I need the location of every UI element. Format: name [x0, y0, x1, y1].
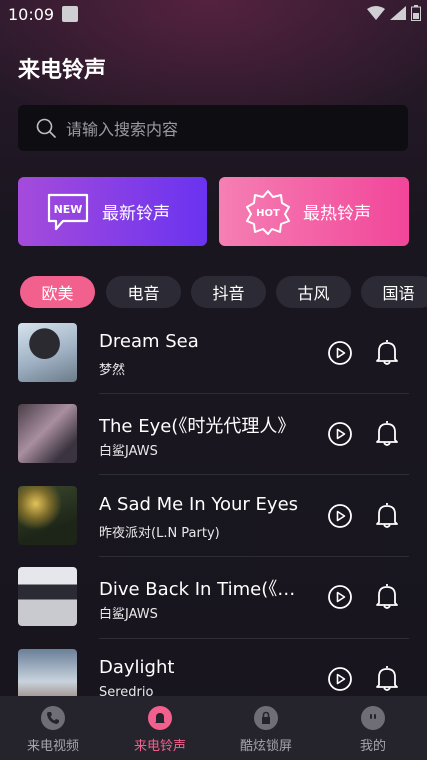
newest-ringtones-card[interactable]: NEW 最新铃声: [18, 177, 207, 246]
hot-badge-icon: HOT: [246, 189, 290, 235]
song-title: Dream Sea: [99, 331, 199, 352]
bell-icon[interactable]: [374, 338, 400, 366]
wifi-icon: [367, 6, 385, 20]
play-icon[interactable]: [328, 341, 352, 365]
status-time: 10:09: [8, 5, 55, 24]
search-icon: [36, 118, 56, 138]
newest-ringtones-label: 最新铃声: [102, 204, 170, 224]
lock-icon: [254, 706, 278, 730]
hottest-ringtones-card[interactable]: HOT 最热铃声: [219, 177, 409, 246]
bell-icon[interactable]: [374, 582, 400, 610]
song-cover: [18, 567, 77, 626]
divider: [99, 474, 409, 475]
nav-mine[interactable]: 我的: [320, 696, 426, 760]
bell-icon: [148, 706, 172, 730]
play-icon[interactable]: [328, 504, 352, 528]
nav-label: 酷炫锁屏: [239, 739, 292, 754]
tab-douyin[interactable]: 抖音: [191, 276, 266, 308]
divider: [99, 638, 409, 639]
nav-lockscreen[interactable]: 酷炫锁屏: [213, 696, 319, 760]
play-icon[interactable]: [328, 585, 352, 609]
song-title: The Eye(《时光代理人》: [99, 416, 296, 437]
song-cover: [18, 323, 77, 382]
search-input[interactable]: 请输入搜索内容: [18, 105, 408, 151]
bell-icon[interactable]: [374, 419, 400, 447]
song-cover: [18, 404, 77, 463]
tab-dianyin[interactable]: 电音: [106, 276, 181, 308]
song-row[interactable]: The Eye(《时光代理人》 白鲨JAWS: [0, 399, 427, 480]
svg-text:NEW: NEW: [54, 203, 83, 216]
song-artist: Seredrio: [99, 685, 154, 696]
nav-label: 我的: [359, 739, 386, 754]
status-icons: [367, 5, 421, 21]
tab-gufeng[interactable]: 古风: [276, 276, 351, 308]
notification-icon: [62, 6, 78, 22]
status-bar: 10:09: [0, 0, 427, 30]
category-tabs: 欧美 电音 抖音 古风 国语: [20, 276, 427, 308]
search-placeholder: 请输入搜索内容: [66, 120, 179, 139]
play-icon[interactable]: [328, 422, 352, 446]
nav-label: 来电铃声: [133, 739, 186, 754]
song-cover: [18, 486, 77, 545]
song-cover: [18, 649, 77, 696]
svg-text:HOT: HOT: [256, 208, 280, 219]
song-row[interactable]: Dream Sea 梦然: [0, 318, 427, 399]
bell-icon[interactable]: [374, 501, 400, 529]
divider: [99, 393, 409, 394]
profile-icon: [361, 706, 385, 730]
song-artist: 梦然: [99, 363, 126, 378]
bell-icon[interactable]: [374, 664, 400, 692]
hottest-ringtones-label: 最热铃声: [303, 204, 371, 224]
nav-call-video[interactable]: 来电视频: [0, 696, 106, 760]
song-artist: 白鲨JAWS: [99, 444, 158, 459]
page-title: 来电铃声: [18, 58, 107, 83]
song-title: A Sad Me In Your Eyes: [99, 494, 299, 515]
divider: [99, 556, 409, 557]
nav-ringtone[interactable]: 来电铃声: [107, 696, 213, 760]
song-row[interactable]: Dive Back In Time(《时光代理人》 白鲨JAWS: [0, 562, 427, 643]
tab-oumei[interactable]: 欧美: [20, 276, 95, 308]
battery-icon: [411, 5, 421, 21]
song-list: Dream Sea 梦然 The Eye(《时光代理人》 白鲨JAWS A Sa…: [0, 318, 427, 696]
signal-icon: [390, 6, 406, 20]
song-row[interactable]: Daylight Seredrio: [0, 644, 427, 696]
nav-label: 来电视频: [26, 739, 79, 754]
tab-guoyu[interactable]: 国语: [361, 276, 427, 308]
song-artist: 白鲨JAWS: [99, 607, 158, 622]
bottom-nav: 来电视频 来电铃声 酷炫锁屏 我的: [0, 696, 427, 760]
song-title: Dive Back In Time(《时光代理人》: [99, 579, 311, 600]
new-badge-icon: NEW: [47, 193, 89, 230]
song-title: Daylight: [99, 657, 175, 678]
play-icon[interactable]: [328, 667, 352, 691]
phone-icon: [41, 706, 65, 730]
song-row[interactable]: A Sad Me In Your Eyes 昨夜派对(L.N Party): [0, 481, 427, 562]
song-artist: 昨夜派对(L.N Party): [99, 526, 220, 541]
